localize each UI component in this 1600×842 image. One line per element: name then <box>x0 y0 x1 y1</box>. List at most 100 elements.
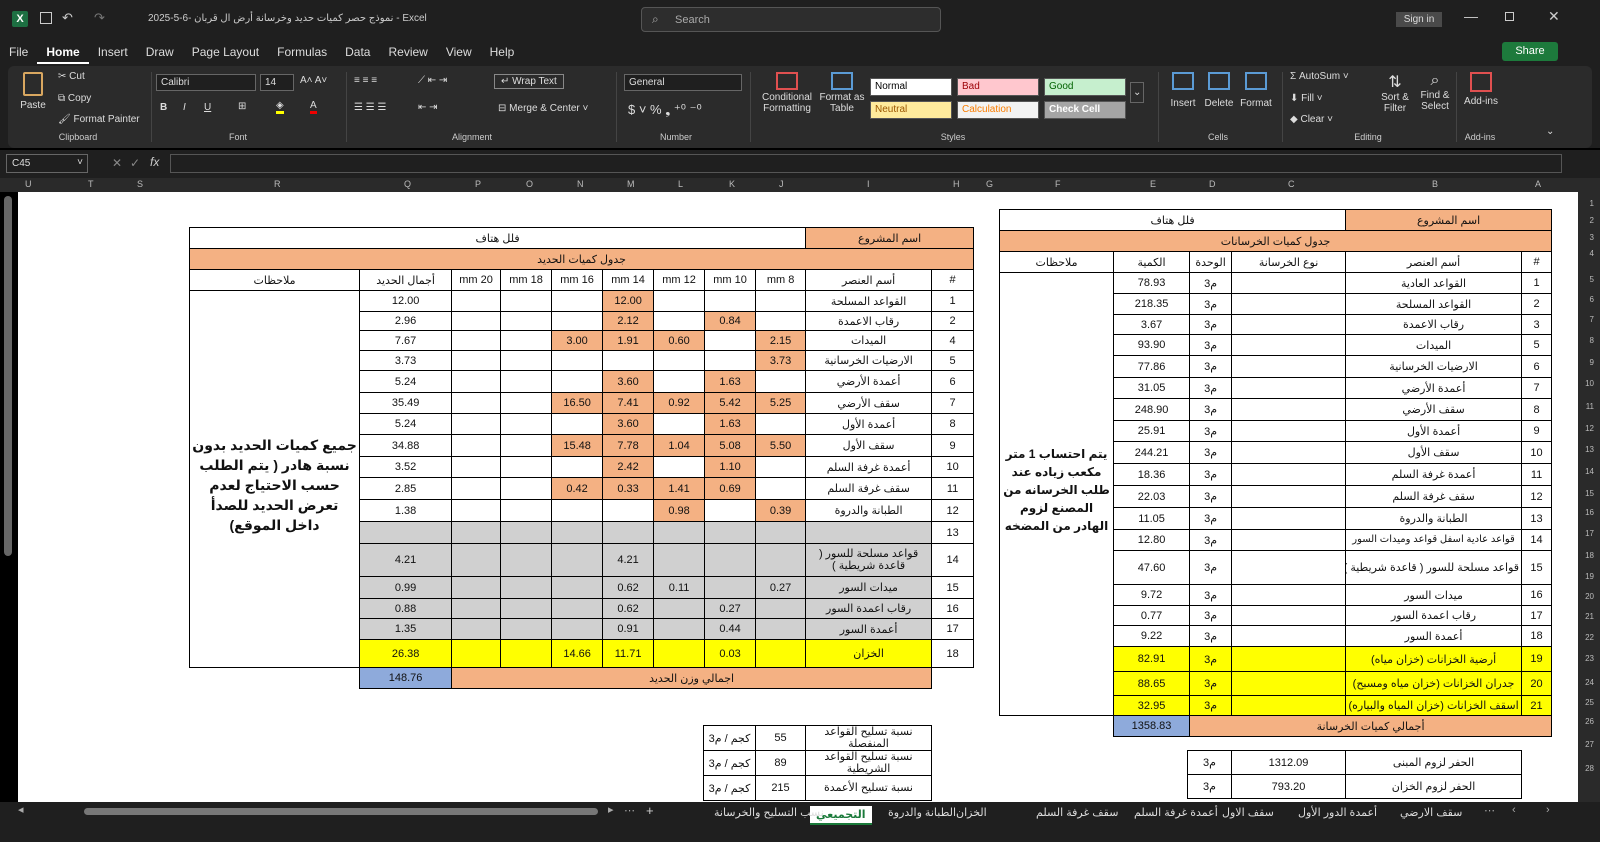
style-neutral[interactable]: Neutral <box>870 101 952 119</box>
wrap-text-button[interactable]: ↵ Wrap Text <box>494 74 564 89</box>
row-header[interactable]: 4 <box>1590 249 1594 258</box>
add-sheet-icon[interactable]: + <box>646 803 654 818</box>
column-header[interactable]: H <box>953 179 960 189</box>
font-name-select[interactable]: Calibri <box>156 74 256 91</box>
row-header[interactable]: 11 <box>1586 402 1594 411</box>
sheet-tab[interactable]: أعمدة غرفة السلم <box>1134 806 1218 819</box>
style-bad[interactable]: Bad <box>957 78 1039 96</box>
column-header[interactable]: E <box>1150 179 1156 189</box>
row-header[interactable]: 9 <box>1590 358 1594 367</box>
row-header[interactable]: 2 <box>1590 216 1594 225</box>
font-color-icon[interactable]: A <box>310 100 317 114</box>
add-ins-button[interactable]: Add-ins <box>1462 72 1500 107</box>
name-box[interactable]: C45 ˅ <box>6 154 88 173</box>
spreadsheet-grid[interactable]: اسم المشروع فلل هتاف جدول كميات الحديد #… <box>18 192 1578 802</box>
undo-icon[interactable]: ↶ <box>62 10 73 26</box>
tab-page-layout[interactable]: Page Layout <box>183 40 268 64</box>
copy-button[interactable]: ⧉ Copy <box>58 93 91 104</box>
column-header[interactable]: G <box>986 179 993 189</box>
redo-icon[interactable]: ↷ <box>94 10 105 26</box>
column-header[interactable]: I <box>867 179 870 189</box>
style-calculation[interactable]: Calculation <box>957 101 1039 119</box>
column-header[interactable]: O <box>526 179 533 189</box>
column-header[interactable]: T <box>88 179 94 189</box>
column-header[interactable]: Q <box>404 179 411 189</box>
row-header[interactable]: 28 <box>1585 764 1594 773</box>
formula-input[interactable] <box>170 154 1562 173</box>
scroll-right-icon[interactable]: ▸ <box>608 803 614 816</box>
row-header[interactable]: 3 <box>1590 233 1594 242</box>
column-header[interactable]: M <box>627 179 635 189</box>
row-header[interactable]: 20 <box>1585 592 1594 601</box>
collapse-ribbon-icon[interactable]: ⌄ <box>1546 126 1554 137</box>
tab-insert[interactable]: Insert <box>89 40 137 64</box>
style-good[interactable]: Good <box>1044 78 1126 96</box>
row-header[interactable]: 10 <box>1585 379 1594 388</box>
column-header[interactable]: P <box>475 179 481 189</box>
sort-filter-button[interactable]: ⇅ Sort & Filter <box>1378 72 1412 114</box>
grow-font-icon[interactable]: A˄ A˅ <box>300 75 327 86</box>
scroll-left-icon[interactable]: ◂ <box>18 803 24 816</box>
row-header[interactable]: 23 <box>1585 654 1594 663</box>
row-header[interactable]: 19 <box>1585 572 1594 581</box>
tab-home[interactable]: Home <box>37 40 89 64</box>
column-header[interactable]: B <box>1432 179 1438 189</box>
styles-more-icon[interactable]: ⌄ <box>1130 82 1145 103</box>
conditional-formatting-button[interactable]: Conditional Formatting <box>756 72 818 114</box>
column-header[interactable]: U <box>25 179 32 189</box>
horizontal-scrollbar[interactable] <box>84 808 598 815</box>
row-header[interactable]: 5 <box>1590 275 1594 284</box>
row-header[interactable]: 1 <box>1590 199 1594 208</box>
row-header[interactable]: 17 <box>1585 529 1594 538</box>
bold-icon[interactable]: B <box>160 102 167 113</box>
column-header[interactable]: K <box>729 179 735 189</box>
sheets-more-icon[interactable]: ⋯ <box>1484 804 1495 817</box>
column-header[interactable]: C <box>1288 179 1295 189</box>
indent-icon[interactable]: ⇤ ⇥ <box>418 102 438 113</box>
sheet-tab[interactable]: سقف غرفة السلم <box>1036 806 1118 819</box>
row-header[interactable]: 24 <box>1585 678 1594 687</box>
function-icon[interactable]: fx <box>150 155 159 169</box>
merge-center-button[interactable]: ⊟ Merge & Center ˅ <box>498 103 588 114</box>
style-normal[interactable]: Normal <box>870 78 952 96</box>
tab-help[interactable]: Help <box>481 40 524 64</box>
sheet-tab[interactable]: أعمدة الدور الأول <box>1298 806 1377 819</box>
cut-button[interactable]: ✂ Cut <box>58 71 85 82</box>
column-header[interactable]: N <box>577 179 584 189</box>
clear-button[interactable]: ◆ Clear ˅ <box>1290 114 1333 125</box>
italic-icon[interactable]: I <box>183 102 186 113</box>
number-format-select[interactable]: General <box>624 74 742 91</box>
fill-button[interactable]: ⬇ Fill ˅ <box>1290 93 1323 104</box>
cancel-icon[interactable]: ✕ <box>112 156 122 170</box>
paste-button[interactable]: Paste <box>20 72 46 111</box>
column-header[interactable]: S <box>137 179 143 189</box>
tab-view[interactable]: View <box>437 40 481 64</box>
sheet-tab[interactable]: سقف الارضي <box>1400 806 1462 819</box>
borders-icon[interactable]: ⊞ <box>238 101 246 112</box>
tab-formulas[interactable]: Formulas <box>268 40 336 64</box>
orientation-icon[interactable]: ⟋ ⇤ ⇥ <box>418 75 447 86</box>
row-header[interactable]: 15 <box>1585 489 1594 498</box>
minimize-icon[interactable]: — <box>1464 8 1478 24</box>
tab-review[interactable]: Review <box>379 40 436 64</box>
insert-cells-button[interactable]: Insert <box>1166 72 1200 109</box>
row-header[interactable]: 8 <box>1590 336 1594 345</box>
vertical-scrollbar[interactable] <box>4 196 12 556</box>
row-header[interactable]: 22 <box>1585 633 1594 642</box>
row-header[interactable]: 7 <box>1590 315 1594 324</box>
column-header[interactable]: F <box>1055 179 1061 189</box>
format-cells-button[interactable]: Format <box>1238 72 1274 109</box>
format-painter-button[interactable]: 🖌 Format Painter <box>58 114 140 125</box>
row-header[interactable]: 13 <box>1585 445 1594 454</box>
restore-icon[interactable] <box>1505 12 1514 21</box>
column-header[interactable]: J <box>779 179 784 189</box>
tab-file[interactable]: File <box>0 40 37 64</box>
style-check-cell[interactable]: Check Cell <box>1044 101 1126 119</box>
sheet-tab[interactable]: سقف الاول <box>1222 806 1274 819</box>
row-header[interactable]: 14 <box>1585 467 1594 476</box>
column-header[interactable]: L <box>678 179 683 189</box>
row-header[interactable]: 21 <box>1585 612 1594 621</box>
sheet-tab[interactable]: الخزان <box>956 806 987 819</box>
row-header[interactable]: 18 <box>1585 551 1594 560</box>
more-sheets-icon[interactable]: ⋯ <box>624 804 635 817</box>
